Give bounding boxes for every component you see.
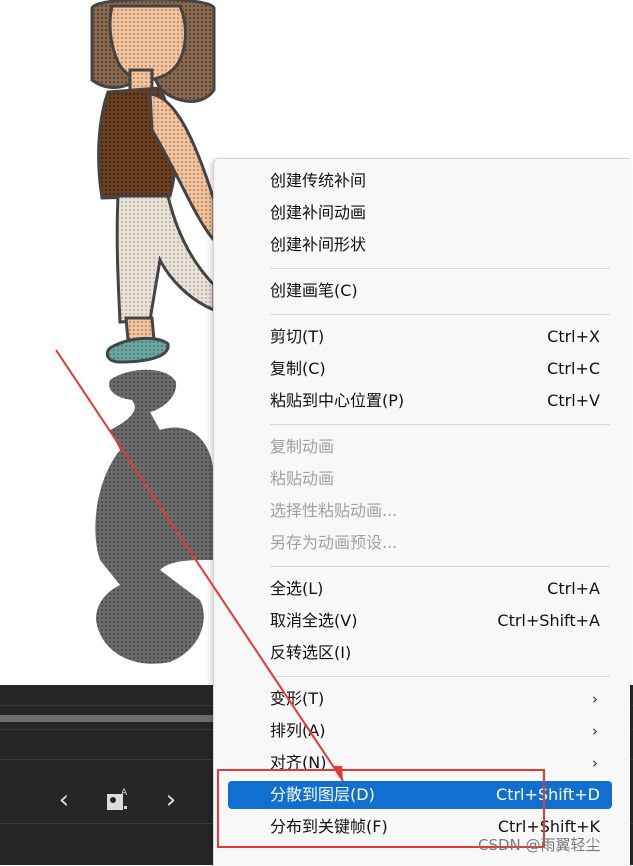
menu-item[interactable]: 取消全选(V) Ctrl+Shift+A — [228, 607, 612, 635]
menu-item[interactable]: 创建传统补间 — [228, 167, 612, 195]
menu-item: 选择性粘贴动画... — [228, 497, 612, 525]
menu-item-label: 复制动画 — [270, 437, 335, 456]
menu-item[interactable]: 排列(A) › — [228, 717, 612, 745]
menu-item-label: 创建画笔(C) — [270, 281, 358, 300]
menu-item-label: 复制(C) — [270, 359, 326, 378]
menu-item-label: 全选(L) — [270, 579, 324, 598]
menu-item-label: 反转选区(I) — [270, 643, 352, 662]
menu-separator — [270, 314, 610, 315]
menu-item-label: 粘贴到中心位置(P) — [270, 391, 405, 410]
menu-item-label: 剪切(T) — [270, 327, 325, 346]
menu-item-label: 粘贴动画 — [270, 469, 335, 488]
menu-item: 另存为动画预设... — [228, 529, 612, 557]
menu-item[interactable]: 创建补间动画 — [228, 199, 612, 227]
menu-item-label: 选择性粘贴动画... — [270, 501, 398, 520]
menu-separator — [270, 268, 610, 269]
menu-separator — [270, 566, 610, 567]
menu-item-shortcut: Ctrl+X — [547, 327, 600, 346]
menu-item-label: 创建补间形状 — [270, 235, 367, 254]
next-frame-icon[interactable]: › — [159, 787, 183, 813]
menu-item-label: 分散到图层(D) — [270, 785, 375, 804]
menu-item-label: 另存为动画预设... — [270, 533, 398, 552]
menu-item[interactable]: 对齐(N) › — [228, 749, 612, 777]
svg-text:A: A — [121, 788, 128, 798]
menu-separator — [270, 676, 610, 677]
menu-item[interactable]: 反转选区(I) — [228, 639, 612, 667]
context-menu: 创建传统补间 创建补间动画 创建补间形状 创建画笔(C) 剪切(T) Ctrl+X 复制(C… — [213, 158, 630, 866]
submenu-chevron-icon: › — [592, 722, 598, 740]
menu-separator — [270, 424, 610, 425]
menu-item[interactable]: 创建画笔(C) — [228, 277, 612, 305]
menu-item-shortcut: Ctrl+C — [546, 359, 600, 378]
menu-item: 粘贴动画 — [228, 465, 612, 493]
menu-item-shortcut: Ctrl+V — [547, 391, 600, 410]
menu-item[interactable]: 变形(T) › — [228, 685, 612, 713]
menu-item-label: 对齐(N) — [270, 753, 327, 772]
onion-skin-icon[interactable]: A — [104, 786, 132, 814]
menu-item-shortcut: Ctrl+Shift+A — [497, 611, 600, 630]
menu-item[interactable]: 创建补间形状 — [228, 231, 612, 259]
submenu-chevron-icon: › — [592, 690, 598, 708]
menu-item-label: 创建传统补间 — [270, 171, 367, 190]
menu-item[interactable]: 全选(L) Ctrl+A — [228, 575, 612, 603]
menu-item-label: 排列(A) — [270, 721, 326, 740]
menu-item-label: 分布到关键帧(F) — [270, 817, 388, 836]
menu-item[interactable]: 复制(C) Ctrl+C — [228, 355, 612, 383]
menu-item-label: 创建补间动画 — [270, 203, 367, 222]
menu-item[interactable]: 粘贴到中心位置(P) Ctrl+V — [228, 387, 612, 415]
menu-item: 复制动画 — [228, 433, 612, 461]
prev-frame-icon[interactable]: ‹ — [52, 787, 76, 813]
menu-item-shortcut: Ctrl+Shift+D — [496, 785, 600, 804]
submenu-chevron-icon: › — [592, 754, 598, 772]
menu-item[interactable]: 分散到图层(D) Ctrl+Shift+D — [228, 781, 612, 809]
timeline-scrub-track[interactable] — [0, 715, 215, 722]
menu-item-label: 取消全选(V) — [270, 611, 358, 630]
menu-item[interactable]: 剪切(T) Ctrl+X — [228, 323, 612, 351]
menu-item-shortcut: Ctrl+A — [547, 579, 600, 598]
menu-item-label: 变形(T) — [270, 689, 325, 708]
watermark-text: CSDN @雨翼轻尘 — [478, 836, 601, 854]
